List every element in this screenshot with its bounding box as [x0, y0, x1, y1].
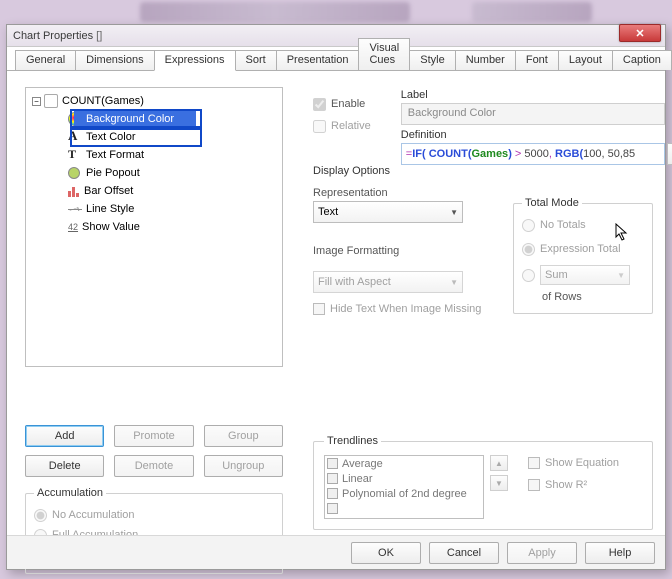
radio-expression-total: Expression Total: [522, 239, 644, 259]
close-icon: ✕: [635, 27, 644, 40]
display-options-legend: Display Options: [313, 165, 493, 177]
trend-item-linear: Linear: [325, 471, 483, 486]
expressions-tree[interactable]: − COUNT(Games) Background Color A Text C…: [25, 87, 283, 367]
representation-combo[interactable]: Text ▼: [313, 201, 463, 223]
text-format-icon: T: [68, 148, 82, 162]
checkbox-icon: [528, 457, 540, 469]
tree-node-bar-offset[interactable]: Bar Offset: [30, 182, 282, 200]
total-mode-group: Total Mode No Totals Expression Total: [513, 197, 653, 314]
radio-no-totals: No Totals: [522, 215, 644, 235]
line-icon: [68, 209, 82, 210]
checkbox-icon: [327, 473, 338, 484]
bar-icon: [68, 185, 79, 197]
tab-font[interactable]: Font: [515, 50, 559, 70]
demote-button: Demote: [114, 455, 193, 477]
show-equation-checkbox: Show Equation: [528, 457, 619, 469]
radio-no-accumulation-input: [34, 509, 47, 522]
definition-field[interactable]: =IF( COUNT(Games) > 5000, RGB(100, 50,85: [401, 143, 665, 165]
trend-item-poly2: Polynomial of 2nd degree: [325, 486, 483, 501]
chevron-down-icon: ▼: [450, 208, 458, 217]
tab-strip: General Dimensions Expressions Sort Pres…: [7, 47, 665, 71]
tree-node-show-value[interactable]: 42 Show Value: [30, 218, 282, 236]
radio-sum-of-rows: Sum ▼: [522, 265, 644, 285]
trendlines-list: Average Linear Polynomial of 2nd degree …: [324, 455, 484, 519]
tab-style[interactable]: Style: [409, 50, 455, 70]
promote-button: Promote: [114, 425, 193, 447]
collapse-icon[interactable]: −: [32, 97, 41, 106]
checkbox-icon: [528, 479, 540, 491]
tree-node-line-style[interactable]: Line Style: [30, 200, 282, 218]
show-r2-checkbox: Show R²: [528, 479, 619, 491]
radio-no-totals-input: [522, 219, 535, 232]
tab-general[interactable]: General: [15, 50, 76, 70]
chevron-down-icon: ▼: [450, 278, 458, 287]
chevron-down-icon: ▼: [617, 271, 625, 280]
definition-editor-button[interactable]: ...: [667, 143, 672, 165]
ok-button[interactable]: OK: [351, 542, 421, 564]
apply-button: Apply: [507, 542, 577, 564]
radio-no-accumulation: No Accumulation: [34, 505, 274, 525]
tree-node-root[interactable]: − COUNT(Games): [30, 92, 282, 110]
definition-label: Definition: [401, 129, 672, 141]
window-title-suffix: []: [96, 30, 102, 42]
tab-number[interactable]: Number: [455, 50, 516, 70]
help-button[interactable]: Help: [585, 542, 655, 564]
trend-item-more: x: [325, 501, 483, 516]
checkbox-icon: [327, 458, 338, 469]
checkbox-icon: [327, 503, 338, 514]
close-button[interactable]: ✕: [619, 24, 661, 42]
delete-button[interactable]: Delete: [25, 455, 104, 477]
checkbox-icon: [313, 303, 325, 315]
total-mode-legend: Total Mode: [522, 197, 582, 209]
value-icon: 42: [68, 222, 78, 232]
enable-checkbox-input: [313, 98, 326, 111]
label-label: Label: [401, 89, 672, 101]
add-button[interactable]: Add: [25, 425, 104, 447]
radio-sum-input: [522, 269, 535, 282]
tab-presentation[interactable]: Presentation: [276, 50, 360, 70]
trendlines-legend: Trendlines: [324, 435, 381, 447]
pie-icon: [68, 167, 80, 179]
tree-node-pie-popout[interactable]: Pie Popout: [30, 164, 282, 182]
tab-visual-cues[interactable]: Visual Cues: [358, 38, 410, 70]
tab-expressions[interactable]: Expressions: [154, 50, 236, 71]
cancel-button[interactable]: Cancel: [429, 542, 499, 564]
label-field: Background Color: [401, 103, 665, 125]
tab-caption[interactable]: Caption: [612, 50, 672, 70]
hide-text-checkbox: Hide Text When Image Missing: [313, 303, 493, 315]
tab-layout[interactable]: Layout: [558, 50, 613, 70]
accumulation-legend: Accumulation: [34, 487, 106, 499]
ungroup-button: Ungroup: [204, 455, 283, 477]
dialog-footer: OK Cancel Apply Help: [7, 535, 665, 569]
chart-properties-dialog: Chart Properties [] ✕ General Dimensions…: [6, 24, 666, 570]
of-rows-label: of Rows: [542, 291, 644, 303]
trend-move-up-button: ▲: [490, 455, 508, 471]
expression-icon: [44, 94, 58, 108]
radio-expression-total-input: [522, 243, 535, 256]
representation-label: Representation: [313, 187, 493, 199]
checkbox-icon: [327, 488, 338, 499]
text-color-icon: A: [68, 130, 82, 144]
tree-node-text-format[interactable]: T Text Format: [30, 146, 282, 164]
tab-dimensions[interactable]: Dimensions: [75, 50, 154, 70]
trend-item-average: Average: [325, 456, 483, 471]
trendlines-group: Trendlines Average Linear Polynomial of …: [313, 435, 653, 530]
image-formatting-combo: Fill with Aspect ▼: [313, 271, 463, 293]
relative-checkbox: Relative: [313, 117, 371, 135]
tab-sort[interactable]: Sort: [235, 50, 277, 70]
group-button: Group: [204, 425, 283, 447]
image-formatting-label: Image Formatting: [313, 245, 493, 257]
window-title: Chart Properties: [13, 30, 93, 42]
relative-checkbox-input: [313, 120, 326, 133]
titlebar: Chart Properties [] ✕: [7, 25, 665, 47]
sum-combo: Sum ▼: [540, 265, 630, 285]
tree-node-text-color[interactable]: A Text Color: [30, 128, 282, 146]
enable-checkbox: Enable: [313, 95, 371, 113]
trend-move-down-button: ▼: [490, 475, 508, 491]
